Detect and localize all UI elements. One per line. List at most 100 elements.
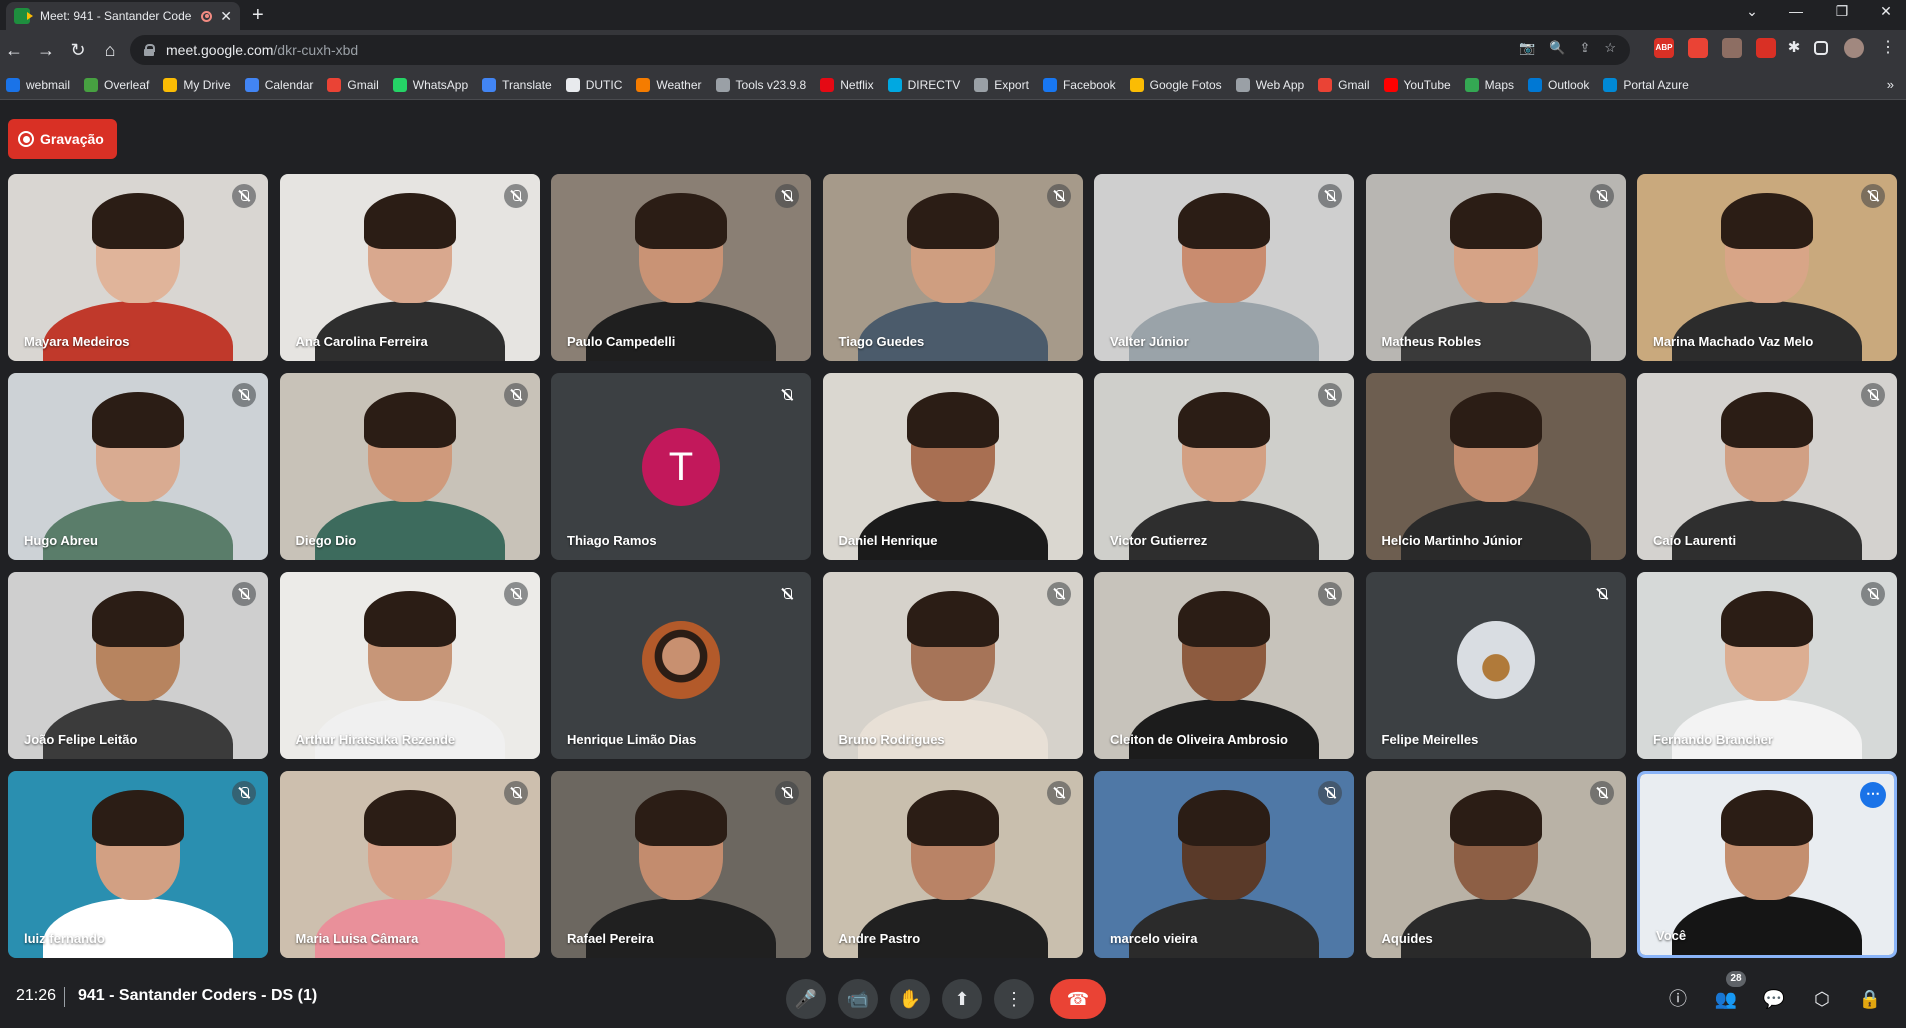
participant-tile[interactable]: Mayara Medeiros <box>8 174 268 361</box>
bookmark-translate[interactable]: Translate <box>482 77 552 92</box>
participant-tile[interactable]: Andre Pastro <box>822 771 1083 958</box>
self-video-tile[interactable]: ⋯ Você <box>1637 771 1897 958</box>
participant-tile[interactable]: Henrique Limão Dias <box>551 572 811 759</box>
camera-permission-icon[interactable]: 📷 <box>1519 40 1535 56</box>
zoom-icon[interactable]: 🔍 <box>1549 40 1565 56</box>
bookmark-google-fotos[interactable]: Google Fotos <box>1129 77 1222 92</box>
participant-tile[interactable]: Arthur Hiratsuka Rezende <box>279 572 540 759</box>
new-tab-button[interactable]: + <box>252 4 264 27</box>
bookmarks-overflow-icon[interactable]: » <box>1887 77 1894 92</box>
participant-tile[interactable]: T Thiago Ramos <box>551 373 811 560</box>
self-tile-options-icon[interactable]: ⋯ <box>1860 782 1886 808</box>
meeting-info-icon[interactable]: ⓘ <box>1666 987 1690 1011</box>
mic-off-icon <box>503 582 528 606</box>
bookmark-facebook[interactable]: Facebook <box>1042 77 1116 92</box>
bookmark-maps[interactable]: Maps <box>1464 77 1514 92</box>
mic-off-icon <box>1861 383 1885 407</box>
participant-tile[interactable]: Helcio Martinho Júnior <box>1365 373 1626 560</box>
end-call-button[interactable]: ☎ <box>1050 979 1106 1019</box>
tab-close-icon[interactable]: ✕ <box>220 8 232 25</box>
bookmark-netflix[interactable]: Netflix <box>820 77 874 92</box>
participant-tile[interactable]: Fernando Brancher <box>1637 572 1897 759</box>
participant-tile[interactable]: Victor Gutierrez <box>1094 373 1354 560</box>
bookmark-whatsapp[interactable]: WhatsApp <box>392 77 468 92</box>
participant-tile[interactable]: Tiago Guedes <box>822 174 1083 361</box>
mic-off-icon <box>1318 383 1342 407</box>
participant-tile[interactable]: Ana Carolina Ferreira <box>279 174 540 361</box>
address-bar[interactable]: meet.google.com/dkr-cuxh-xbd 📷 🔍 ⇪ ☆ <box>130 35 1630 65</box>
participant-tile[interactable]: Maria Luisa Câmara <box>279 771 540 958</box>
participant-tile[interactable]: Paulo Campedelli <box>551 174 811 361</box>
back-button[interactable]: ← <box>2 38 26 62</box>
bookmark-weather[interactable]: Weather <box>636 77 702 92</box>
raise-hand-button[interactable]: ✋ <box>890 979 930 1019</box>
bookmark-webmail[interactable]: webmail <box>6 77 70 92</box>
camera-button[interactable]: 📹 <box>838 979 878 1019</box>
bookmark-youtube[interactable]: YouTube <box>1383 77 1451 92</box>
participant-tile[interactable]: luiz fernando <box>8 771 268 958</box>
home-button[interactable]: ⌂ <box>98 38 122 62</box>
present-screen-button[interactable]: ⬆ <box>942 979 982 1019</box>
bookmark-portal-azure[interactable]: Portal Azure <box>1603 77 1689 92</box>
participant-tile[interactable]: Aquides <box>1365 771 1626 958</box>
chat-icon[interactable]: 💬 <box>1762 987 1786 1011</box>
bookmark-tools-v23-9-8[interactable]: Tools v23.9.8 <box>715 77 806 92</box>
host-controls-icon[interactable]: 🔒 <box>1858 987 1882 1011</box>
bookmark-gmail[interactable]: Gmail <box>327 77 379 92</box>
bookmark-directv[interactable]: DIRECTV <box>887 77 960 92</box>
bookmark-web-app[interactable]: Web App <box>1235 77 1304 92</box>
more-options-button[interactable]: ⋮ <box>994 979 1034 1019</box>
bookmark-export[interactable]: Export <box>974 77 1029 92</box>
calendar-extension-icon[interactable] <box>1756 38 1776 58</box>
participant-tile[interactable]: Felipe Meirelles <box>1365 572 1626 759</box>
recording-button[interactable]: Gravação <box>8 119 117 159</box>
forward-button[interactable]: → <box>34 38 58 62</box>
reload-button[interactable]: ↻ <box>66 38 90 62</box>
participant-tile[interactable]: Daniel Henrique <box>822 373 1083 560</box>
recording-label: Gravação <box>40 131 104 147</box>
participant-tile[interactable]: Rafael Pereira <box>551 771 811 958</box>
participant-tile[interactable]: Valter Júnior <box>1094 174 1354 361</box>
bookmark-label: Outlook <box>1548 77 1590 92</box>
participant-tile[interactable]: Caio Laurenti <box>1637 373 1897 560</box>
participant-tile[interactable]: Hugo Abreu <box>8 373 268 560</box>
participant-tile[interactable]: Bruno Rodrigues <box>822 572 1083 759</box>
bookmark-my-drive[interactable]: My Drive <box>163 77 231 92</box>
adblock-extension-icon[interactable]: ABP <box>1654 38 1674 58</box>
side-panel-icon[interactable] <box>1814 41 1828 55</box>
bookmark-favicon-icon <box>392 77 407 92</box>
meeting-title: 941 - Santander Coders - DS (1) <box>78 987 318 1004</box>
restore-button[interactable]: ❐ <box>1822 3 1862 20</box>
participant-name: Você <box>1656 928 1687 943</box>
bookmark-star-icon[interactable]: ☆ <box>1604 40 1616 56</box>
activities-icon[interactable]: ⬡ <box>1810 987 1834 1011</box>
participant-name: Helcio Martinho Júnior <box>1381 533 1523 548</box>
participant-tile[interactable]: Diego Dio <box>279 373 540 560</box>
lock-icon[interactable] <box>144 44 155 56</box>
extension-icon[interactable] <box>1722 38 1742 58</box>
participant-tile[interactable]: marcelo vieira <box>1094 771 1354 958</box>
participant-tile[interactable]: Matheus Robles <box>1365 174 1626 361</box>
participant-name: Thiago Ramos <box>567 533 657 548</box>
gmail-extension-icon[interactable] <box>1688 38 1708 58</box>
tab-meet[interactable]: Meet: 941 - Santander Code ✕ <box>6 2 240 30</box>
browser-menu-icon[interactable]: ⋮ <box>1878 38 1898 58</box>
bookmark-outlook[interactable]: Outlook <box>1528 77 1590 92</box>
bookmark-overleaf[interactable]: Overleaf <box>84 77 149 92</box>
tab-search-icon[interactable]: ⌄ <box>1732 3 1772 20</box>
bookmark-dutic[interactable]: DUTIC <box>565 77 622 92</box>
bookmark-gmail[interactable]: Gmail <box>1318 77 1370 92</box>
microphone-button[interactable]: 🎤 <box>786 979 826 1019</box>
participant-name: Diego Dio <box>295 533 357 548</box>
window-close-button[interactable]: ✕ <box>1866 3 1906 20</box>
share-icon[interactable]: ⇪ <box>1579 40 1590 56</box>
participant-tile[interactable]: João Felipe Leitão <box>8 572 268 759</box>
people-icon[interactable]: 👥 <box>1714 987 1738 1011</box>
participant-tile[interactable]: Cleiton de Oliveira Ambrosio <box>1094 572 1354 759</box>
participant-tile[interactable]: Marina Machado Vaz Melo <box>1637 174 1897 361</box>
extensions-puzzle-icon[interactable]: ✱ <box>1784 38 1804 58</box>
profile-avatar[interactable] <box>1844 38 1864 58</box>
minimize-button[interactable]: — <box>1776 3 1816 19</box>
participant-grid: Mayara Medeiros Ana Carolina Ferreira Paul… <box>8 174 1897 958</box>
bookmark-calendar[interactable]: Calendar <box>244 77 313 92</box>
